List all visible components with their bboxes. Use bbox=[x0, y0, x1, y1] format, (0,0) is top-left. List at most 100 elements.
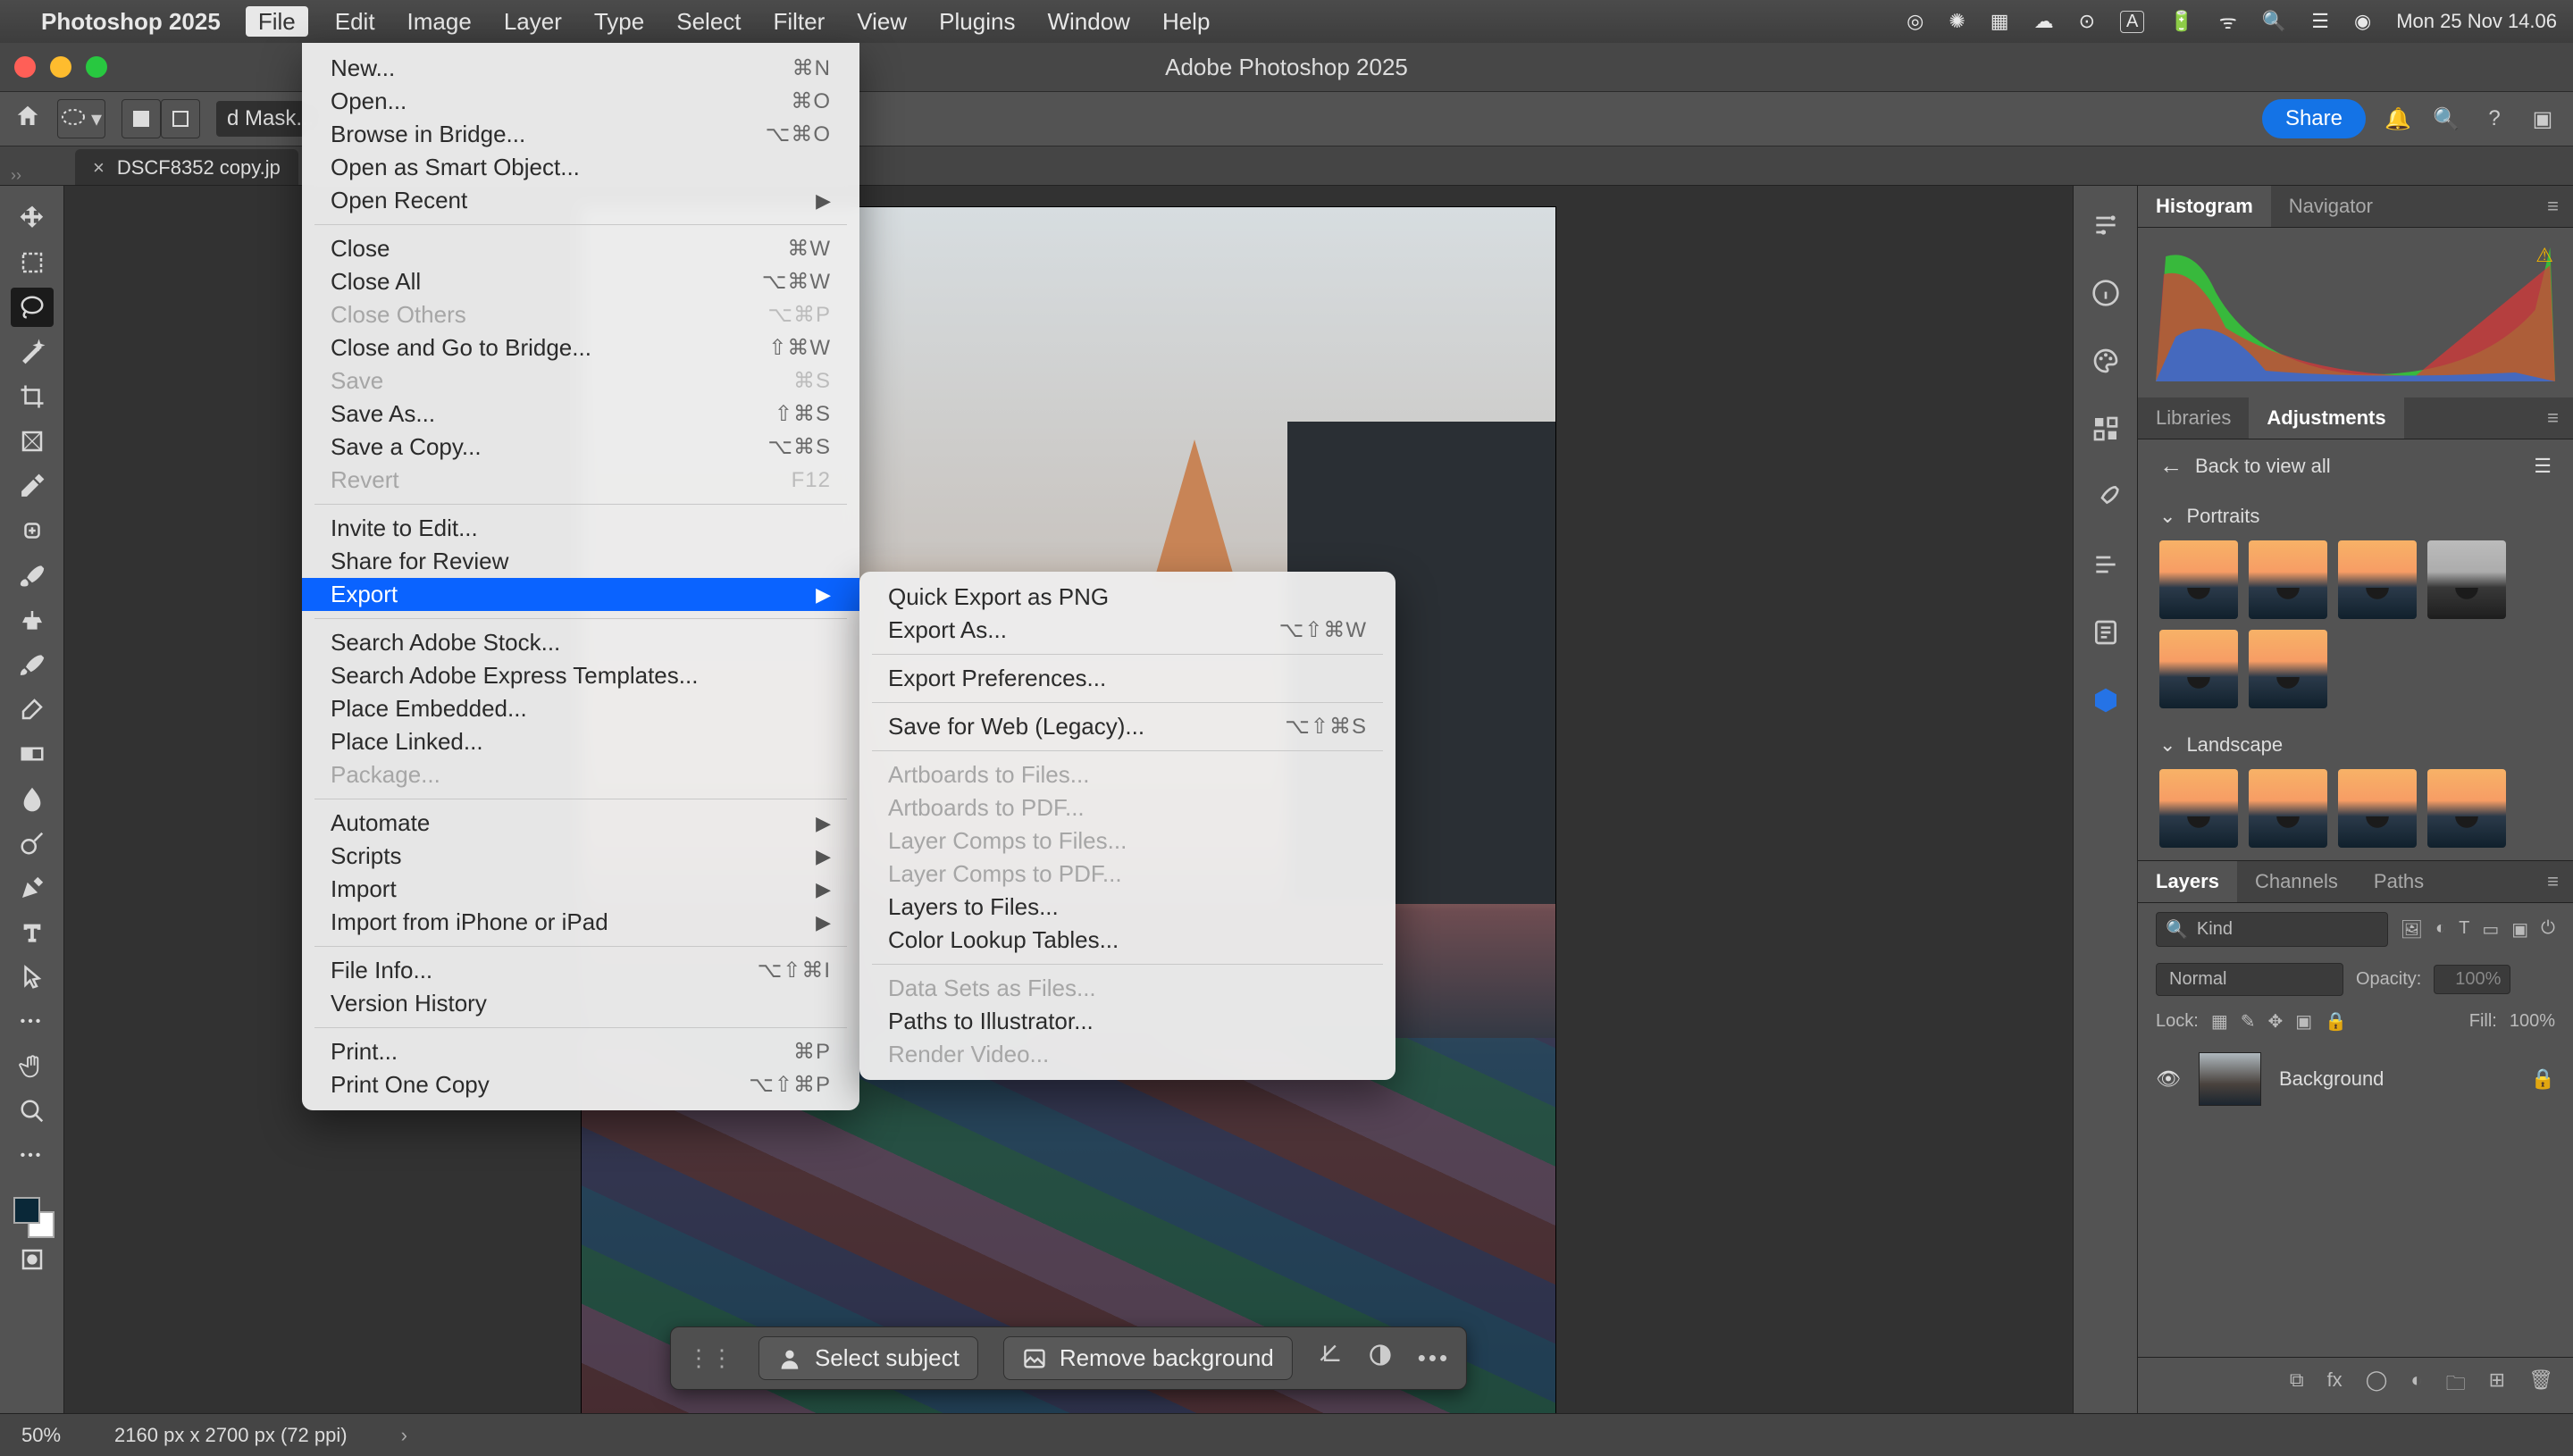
menu-item[interactable]: Close All⌥⌘W bbox=[302, 265, 859, 298]
menu-item[interactable]: Close and Go to Bridge...⇧⌘W bbox=[302, 331, 859, 364]
mask-icon[interactable]: ◯ bbox=[2366, 1368, 2388, 1402]
select-subject-button[interactable]: Select subject bbox=[758, 1336, 978, 1380]
spotlight-icon[interactable]: 🔍 bbox=[2262, 10, 2286, 33]
new-selection[interactable] bbox=[122, 99, 161, 138]
document-tab[interactable]: × DSCF8352 copy.jp bbox=[75, 149, 298, 185]
zoom-tool[interactable] bbox=[11, 1092, 54, 1131]
wifi-icon[interactable]: ᯤ bbox=[2219, 8, 2237, 35]
siri-icon[interactable]: ◉ bbox=[2354, 10, 2371, 33]
blur-tool[interactable] bbox=[11, 779, 54, 818]
preset-thumb[interactable] bbox=[2159, 630, 2238, 708]
menu-item[interactable]: Save a Copy...⌥⌘S bbox=[302, 431, 859, 464]
preset-thumb[interactable] bbox=[2159, 769, 2238, 848]
healing-tool[interactable] bbox=[11, 511, 54, 550]
file-menu[interactable]: New...⌘NOpen...⌘OBrowse in Bridge...⌥⌘OO… bbox=[302, 43, 859, 1110]
edit-toolbar[interactable]: ••• bbox=[11, 1136, 54, 1176]
magic-wand-tool[interactable] bbox=[11, 332, 54, 372]
share-button[interactable]: Share bbox=[2262, 99, 2366, 138]
export-submenu[interactable]: Quick Export as PNGExport As...⌥⇧⌘W Expor… bbox=[859, 572, 1395, 1080]
add-selection[interactable] bbox=[161, 99, 200, 138]
menu-file[interactable]: File bbox=[246, 6, 308, 37]
clone-stamp-tool[interactable] bbox=[11, 600, 54, 640]
panel-grip[interactable]: ›› bbox=[11, 166, 21, 185]
more-icon[interactable]: ••• bbox=[1418, 1344, 1450, 1372]
keyboard-icon[interactable]: A bbox=[2120, 11, 2144, 33]
blend-mode-select[interactable]: Normal bbox=[2156, 963, 2343, 996]
menu-item[interactable]: New...⌘N bbox=[302, 52, 859, 85]
lock-all-icon[interactable]: 🔒 bbox=[2325, 1010, 2347, 1033]
menu-window[interactable]: Window bbox=[1042, 8, 1135, 35]
tab-channels[interactable]: Channels bbox=[2237, 861, 2356, 902]
preset-thumb[interactable] bbox=[2427, 540, 2506, 619]
more-tools[interactable]: ••• bbox=[11, 1002, 54, 1042]
menu-plugins[interactable]: Plugins bbox=[934, 8, 1020, 35]
workspace-icon[interactable]: ▣ bbox=[2527, 103, 2559, 135]
zoom-level[interactable]: 50% bbox=[21, 1424, 61, 1447]
menu-item[interactable]: Search Adobe Stock... bbox=[302, 626, 859, 659]
lock-icon[interactable]: 🔒 bbox=[2531, 1067, 2555, 1091]
status-icon-4[interactable]: ⊙ bbox=[2079, 10, 2095, 33]
menu-item[interactable]: Layers to Files... bbox=[859, 891, 1395, 924]
menu-item[interactable]: Quick Export as PNG bbox=[859, 581, 1395, 614]
layer-filter[interactable]: 🔍Kind bbox=[2156, 912, 2388, 947]
info-panel-icon[interactable] bbox=[2088, 275, 2124, 311]
menu-item[interactable]: Place Embedded... bbox=[302, 692, 859, 725]
menu-item[interactable]: Export Preferences... bbox=[859, 662, 1395, 695]
notifications-icon[interactable]: 🔔 bbox=[2382, 103, 2414, 135]
menu-item[interactable]: Browse in Bridge...⌥⌘O bbox=[302, 118, 859, 151]
menu-item[interactable]: Save As...⇧⌘S bbox=[302, 397, 859, 431]
menu-item[interactable]: Open as Smart Object... bbox=[302, 151, 859, 184]
filter-image-icon[interactable]: 🖼 bbox=[2401, 918, 2423, 941]
lock-artboard-icon[interactable]: ▣ bbox=[2295, 1010, 2312, 1033]
tab-adjustments[interactable]: Adjustments bbox=[2249, 397, 2403, 439]
doc-dimensions[interactable]: 2160 px x 2700 px (72 ppi) bbox=[114, 1424, 348, 1447]
menu-edit[interactable]: Edit bbox=[330, 8, 381, 35]
properties-icon[interactable] bbox=[2088, 615, 2124, 650]
tab-histogram[interactable]: Histogram bbox=[2138, 186, 2271, 227]
eraser-tool[interactable] bbox=[11, 690, 54, 729]
opacity-field[interactable]: 100% bbox=[2434, 965, 2510, 994]
layer-thumbnail[interactable] bbox=[2199, 1052, 2261, 1106]
tab-paths[interactable]: Paths bbox=[2356, 861, 2442, 902]
plugin-icon[interactable] bbox=[2088, 682, 2124, 718]
lock-brush-icon[interactable]: ✎ bbox=[2241, 1010, 2256, 1033]
adjust-preset-icon[interactable] bbox=[2088, 207, 2124, 243]
menu-image[interactable]: Image bbox=[402, 8, 477, 35]
search-icon[interactable]: 🔍 bbox=[2430, 103, 2462, 135]
filter-toggle-icon[interactable]: ⏻ bbox=[2541, 918, 2555, 941]
menu-item[interactable]: Automate▶ bbox=[302, 807, 859, 840]
menu-item[interactable]: Export▶ bbox=[302, 578, 859, 611]
menu-item[interactable]: Print One Copy⌥⇧⌘P bbox=[302, 1068, 859, 1101]
menu-item[interactable]: Save for Web (Legacy)...⌥⇧⌘S bbox=[859, 710, 1395, 743]
tab-close-icon[interactable]: × bbox=[93, 156, 105, 180]
menu-item[interactable]: Import from iPhone or iPad▶ bbox=[302, 906, 859, 939]
menu-view[interactable]: View bbox=[851, 8, 912, 35]
filter-adjust-icon[interactable]: ◐ bbox=[2435, 918, 2446, 941]
preset-thumb[interactable] bbox=[2249, 630, 2327, 708]
menu-item[interactable]: Import▶ bbox=[302, 873, 859, 906]
status-icon-3[interactable]: ☁ bbox=[2034, 10, 2054, 33]
lock-position-icon[interactable]: ✥ bbox=[2267, 1010, 2283, 1033]
panel-menu-icon[interactable]: ≡ bbox=[2535, 406, 2573, 430]
adjustment-layer-icon[interactable]: ◐ bbox=[2410, 1368, 2422, 1402]
home-icon[interactable] bbox=[14, 103, 41, 136]
fx-icon[interactable]: fx bbox=[2327, 1368, 2343, 1402]
landscape-section[interactable]: ⌄Landscape bbox=[2138, 721, 2573, 769]
lasso-tool[interactable] bbox=[11, 288, 54, 327]
crop-icon[interactable] bbox=[1318, 1343, 1343, 1374]
control-center-icon[interactable]: ☰ bbox=[2311, 10, 2329, 33]
menu-item[interactable]: Invite to Edit... bbox=[302, 512, 859, 545]
frame-tool[interactable] bbox=[11, 422, 54, 461]
menu-item[interactable]: Export As...⌥⇧⌘W bbox=[859, 614, 1395, 647]
type-tool[interactable] bbox=[11, 913, 54, 952]
help-icon[interactable]: ? bbox=[2478, 103, 2510, 135]
filter-smart-icon[interactable]: ▣ bbox=[2511, 918, 2528, 941]
menubar-clock[interactable]: Mon 25 Nov 14.06 bbox=[2396, 10, 2557, 33]
brushes-icon[interactable] bbox=[2088, 547, 2124, 582]
menu-item[interactable]: Search Adobe Express Templates... bbox=[302, 659, 859, 692]
menu-item[interactable]: File Info...⌥⇧⌘I bbox=[302, 954, 859, 987]
menu-filter[interactable]: Filter bbox=[768, 8, 831, 35]
history-brush-tool[interactable] bbox=[11, 645, 54, 684]
visibility-icon[interactable]: 👁 bbox=[2156, 1067, 2181, 1091]
cc-icon[interactable]: ◎ bbox=[1907, 10, 1923, 33]
